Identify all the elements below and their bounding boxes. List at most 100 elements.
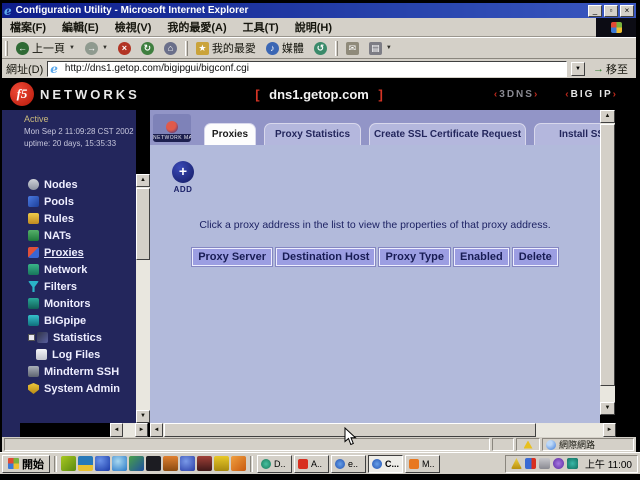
quicklaunch-icon[interactable] [78,456,93,471]
sidebar-item-filters[interactable]: Filters [20,278,136,295]
taskbar: 開始 D.. A.. e.. C... M.. 上午 11:00 [0,452,640,474]
task-window-button-active[interactable]: C... [368,455,403,473]
task-window-button[interactable]: A.. [294,455,329,473]
app-icon [335,459,345,469]
menu-favorites[interactable]: 我的最愛(A) [159,19,234,35]
menu-edit[interactable]: 編輯(E) [54,19,107,35]
quicklaunch-icon[interactable] [112,456,127,471]
task-window-button[interactable]: M.. [405,455,440,473]
tray-icon[interactable] [539,458,550,469]
address-input[interactable]: e http://dns1.getop.com/bigipgui/bigconf… [47,61,567,77]
scroll-right-icon[interactable]: ► [603,423,616,437]
sidebar-horizontal-scrollbar[interactable]: ◄ ► [110,423,148,437]
sidebar-item-nodes[interactable]: Nodes [20,176,136,193]
scroll-thumb[interactable] [600,124,615,386]
go-button[interactable]: → 移至 [589,60,632,77]
address-dropdown-icon[interactable]: ▼ [571,62,585,76]
main-vertical-scrollbar[interactable]: ▲ ▼ [600,110,615,415]
tray-icon[interactable] [525,458,536,469]
sidebar-item-rules[interactable]: Rules [20,210,136,227]
nats-icon [28,230,39,241]
sidebar-item-proxies[interactable]: Proxies [20,244,136,261]
refresh-button[interactable]: ↻ [136,39,159,58]
quicklaunch-icon[interactable] [197,456,212,471]
quicklaunch-icon[interactable] [146,456,161,471]
zone-label: 網際網路 [559,438,595,451]
expander-icon[interactable] [28,334,35,341]
sidebar-item-monitors[interactable]: Monitors [20,295,136,312]
tab-create-ssl-certificate-request[interactable]: Create SSL Certificate Request [369,123,526,145]
quicklaunch-icon[interactable] [231,456,246,471]
stop-button[interactable]: × [113,39,136,58]
close-icon[interactable]: × [620,5,634,17]
print-button[interactable]: ▤ ▼ [364,39,397,58]
menu-help[interactable]: 說明(H) [287,19,340,35]
status-pane [492,438,514,451]
sidebar-item-mindterm-ssh[interactable]: Mindterm SSH [20,363,136,380]
menu-tools[interactable]: 工具(T) [235,19,287,35]
back-icon: ← [16,42,29,55]
scroll-left-icon[interactable]: ◄ [110,423,123,437]
network-icon [28,264,39,275]
menu-bar: 檔案(F) 編輯(E) 檢視(V) 我的最愛(A) 工具(T) 說明(H) [2,18,636,37]
forward-dropdown-icon: ▼ [102,45,108,51]
task-window-button[interactable]: D.. [257,455,292,473]
menu-view[interactable]: 檢視(V) [107,19,160,35]
quicklaunch-icon[interactable] [163,456,178,471]
task-window-button[interactable]: e.. [331,455,366,473]
quicklaunch-icon[interactable] [61,456,76,471]
history-button[interactable]: ↺ [309,39,332,58]
sidebar-scrollbar[interactable]: ▲ ▼ [136,174,150,423]
menu-file[interactable]: 檔案(F) [2,19,54,35]
left-frame-strip [2,110,20,437]
sidebar-item-bigpipe[interactable]: BIGpipe [20,312,136,329]
tab-proxies[interactable]: Proxies [204,123,256,145]
restore-icon[interactable]: ▫ [604,5,618,17]
tray-icon[interactable] [567,458,578,469]
address-bar: 網址(D) e http://dns1.getop.com/bigipgui/b… [2,58,636,78]
status-pane [516,438,540,451]
scroll-left-icon[interactable]: ◄ [150,423,163,437]
system-status: Active Mon Sep 2 11:09:28 CST 2002 uptim… [20,110,136,148]
scroll-down-icon[interactable]: ▼ [136,410,150,423]
sidebar-item-system-admin[interactable]: System Admin [20,380,136,397]
add-button-label: ADD [170,185,196,194]
network-map-label: NETWORK MAP [153,134,191,142]
sidebar-item-nats[interactable]: NATs [20,227,136,244]
ie-throbber [596,18,636,37]
screen: e Configuration Utility - Microsoft Inte… [0,0,640,480]
favorites-button[interactable]: ★ 我的最愛 [191,39,261,58]
home-button[interactable]: ⌂ [159,39,182,58]
quicklaunch-icon[interactable] [95,456,110,471]
quicklaunch-icon[interactable] [214,456,229,471]
quicklaunch-icon[interactable] [129,456,144,471]
scroll-thumb[interactable] [136,188,150,260]
sidebar-item-pools[interactable]: Pools [20,193,136,210]
tray-icon[interactable] [511,458,522,469]
media-button[interactable]: ♪ 媒體 [261,39,309,58]
network-map-button[interactable]: NETWORK MAP [153,114,191,142]
back-button[interactable]: ← 上一頁 ▼ [11,39,80,58]
sidebar-nav: Nodes Pools Rules NATs Proxies Network F… [20,176,136,397]
scroll-up-icon[interactable]: ▲ [600,110,615,123]
app-icon [261,459,271,469]
media-label: 媒體 [282,40,304,56]
favorites-label: 我的最愛 [212,40,256,56]
forward-button[interactable]: → ▼ [80,39,113,58]
sidebar-item-statistics[interactable]: Statistics [20,329,136,346]
scroll-up-icon[interactable]: ▲ [136,174,150,187]
scroll-down-icon[interactable]: ▼ [600,402,615,415]
tab-proxy-statistics[interactable]: Proxy Statistics [264,123,361,145]
minimize-icon[interactable]: _ [588,5,602,17]
sidebar-item-log-files[interactable]: Log Files [20,346,136,363]
add-proxy-button[interactable]: + [172,161,194,183]
quicklaunch-icon[interactable] [180,456,195,471]
main-horizontal-scrollbar[interactable]: ◄ ► [150,423,616,437]
tab-install-ssl-certificate[interactable]: Install SSL Certif [534,123,600,145]
start-button[interactable]: 開始 [2,455,50,473]
mail-button[interactable]: ✉ [341,39,364,58]
tray-icon[interactable] [553,458,564,469]
scroll-right-icon[interactable]: ► [135,423,148,437]
sidebar-item-network[interactable]: Network [20,261,136,278]
app-icon [372,459,382,469]
